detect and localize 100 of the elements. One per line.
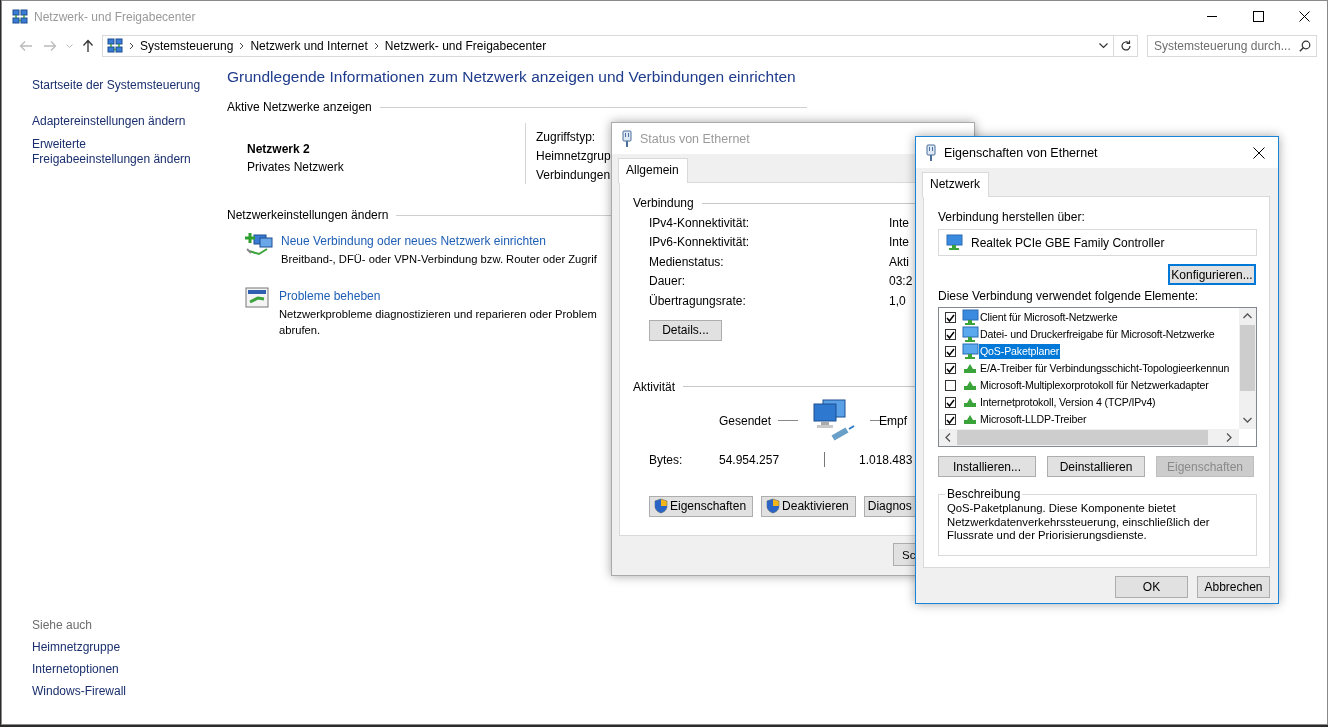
chevron-icon[interactable] (373, 42, 379, 50)
group-heading: Beschreibung (945, 487, 1023, 501)
dialog-button[interactable]: OK (1115, 576, 1188, 598)
dialog-button[interactable]: Eigenschaften (649, 495, 754, 517)
scroll-left-icon[interactable] (945, 433, 951, 442)
window-title: Netzwerk- und Freigabecenter (34, 9, 196, 24)
monitor-icon (945, 234, 963, 251)
list-item[interactable]: Datei- und Druckerfreigabe für Microsoft-Netzwerke (979, 327, 1216, 342)
adapter-field: Realtek PCIe GBE Family Controller (938, 229, 1257, 256)
status-label: Medienstatus: (649, 254, 725, 269)
caret-icon[interactable] (1098, 43, 1108, 49)
bytes-value: 54.954.257 (719, 452, 781, 467)
tab[interactable]: Netzwerk (922, 172, 989, 197)
network-icon (12, 8, 28, 25)
bytes-label: Bytes: (649, 452, 684, 467)
list-item[interactable]: Internetprotokoll, Version 4 (TCP/IPv4) (979, 395, 1157, 410)
status-label: IPv4-Konnektivität: (649, 215, 751, 230)
chevron-icon[interactable] (239, 42, 245, 50)
task-description: abrufen. (279, 323, 321, 338)
monitor-icon (961, 309, 979, 326)
status-value: Inte (889, 215, 909, 230)
network-name: Netzwerk 2 (247, 141, 311, 158)
breadcrumb-item[interactable]: Netzwerk- und Freigabecenter (384, 39, 547, 53)
monitor-icon (961, 326, 979, 343)
checkbox[interactable] (945, 397, 956, 408)
vertical-scrollbar[interactable] (1239, 308, 1256, 429)
checkbox[interactable] (945, 363, 956, 374)
dialog-button[interactable]: Deinstallieren (1047, 456, 1145, 477)
status-value: Inte (889, 235, 909, 250)
dialog-title: Eigenschaften von Ethernet (944, 145, 1098, 160)
chevron-icon[interactable] (129, 42, 134, 50)
network-protocol-icon (964, 398, 976, 407)
status-label: IPv6-Konnektivität: (649, 235, 751, 250)
dialog-button[interactable]: Installieren... (938, 456, 1036, 477)
list-item[interactable]: QoS-Paketplaner (979, 344, 1060, 359)
breadcrumb-item[interactable]: Systemsteuerung (140, 39, 234, 53)
task-link[interactable]: Probleme beheben (279, 287, 381, 306)
group-heading: Aktivität (633, 378, 675, 395)
network-icon (107, 38, 123, 54)
search-field[interactable]: Systemsteuerung durch... (1147, 35, 1317, 57)
dialog-button[interactable]: Deaktivieren (761, 495, 856, 517)
up-arrow-icon[interactable] (82, 39, 94, 53)
sidebar-link[interactable]: Startseite der Systemsteuerung (32, 78, 203, 93)
checkbox[interactable] (945, 329, 956, 340)
see-also-heading: Siehe auch (32, 618, 94, 632)
tab[interactable]: Allgemein (618, 158, 688, 183)
checkbox[interactable] (945, 312, 956, 323)
network-type: Privates Netzwerk (247, 159, 345, 176)
see-also-link[interactable]: Internetoptionen (32, 662, 227, 676)
dialog-button[interactable]: Abbrechen (1197, 576, 1270, 598)
checkbox[interactable] (945, 380, 956, 391)
monitor-icon (961, 343, 979, 360)
plug-icon (622, 129, 632, 148)
troubleshoot-icon[interactable] (245, 287, 271, 309)
list-item[interactable]: Microsoft-LLDP-Treiber (979, 412, 1088, 427)
close-icon[interactable] (1298, 11, 1310, 22)
close-icon[interactable] (1253, 146, 1265, 159)
see-also-link[interactable]: Windows-Firewall (32, 684, 227, 698)
activity-label: Empf (879, 413, 908, 428)
task-link[interactable]: Neue Verbindung oder neues Netzwerk einrichten (281, 232, 546, 251)
details-button[interactable]: Details... (649, 319, 722, 341)
status-label: Übertragungsrate: (649, 293, 747, 308)
dialog-button: Eigenschaften (1156, 456, 1254, 477)
address-bar[interactable]: Systemsteuerung Netzwerk und Internet Netzwerk- und Freigabecenter (102, 35, 1138, 57)
configure-button[interactable]: Konfigurieren... (1168, 264, 1256, 285)
status-value: 03:2 (889, 274, 913, 289)
status-value: 1,0 (889, 293, 906, 308)
see-also-link[interactable]: Heimnetzgruppe (32, 640, 227, 654)
task-description: Netzwerkprobleme diagnostizieren und reparieren oder Problem (279, 307, 597, 322)
checkbox[interactable] (945, 414, 956, 425)
sidebar-link[interactable]: Erweiterte Freigabeeinstellungen ändern (32, 137, 203, 167)
status-value: Akti (889, 254, 909, 269)
list-item[interactable]: Client für Microsoft-Netzwerke (979, 310, 1119, 325)
bytes-value: 1.018.483 (859, 452, 913, 467)
network-protocol-icon (964, 381, 976, 390)
list-item[interactable]: E/A-Treiber für Verbindungsschicht-Topologieerkennun (979, 361, 1231, 376)
field-label: Verbindung herstellen über: (938, 209, 1086, 225)
components-list[interactable] (938, 307, 1257, 447)
network-protocol-icon (964, 364, 976, 373)
maximize-icon[interactable] (1252, 11, 1264, 22)
scroll-up-icon[interactable] (1243, 313, 1252, 319)
checkbox[interactable] (945, 346, 956, 357)
scroll-down-icon[interactable] (1243, 417, 1252, 423)
page-heading: Grundlegende Informationen zum Netzwerk anzeigen und Verbindungen einrichten (227, 68, 797, 86)
sidebar-link[interactable]: Adaptereinstellungen ändern (32, 114, 203, 129)
section-heading: Netzwerkeinstellungen ändern (227, 208, 389, 222)
field-label: Diese Verbindung verwendet folgende Elemente: (938, 288, 1200, 304)
refresh-icon[interactable] (1119, 40, 1132, 52)
new-connection-icon[interactable] (245, 232, 273, 258)
status-label: Dauer: (649, 274, 687, 289)
network-detail-label: Verbindungen (536, 167, 611, 184)
horizontal-scrollbar[interactable] (939, 429, 1239, 446)
network-detail-label: Zugriffstyp: (536, 129, 597, 146)
search-icon[interactable] (1299, 40, 1311, 52)
list-item[interactable]: Microsoft-Multiplexorprotokoll für Netzwerkadapter (979, 378, 1210, 393)
network-protocol-icon (964, 415, 976, 424)
activity-label: Gesendet (719, 413, 772, 428)
scroll-right-icon[interactable] (1226, 433, 1232, 442)
breadcrumb-item[interactable]: Netzwerk und Internet (250, 39, 368, 53)
task-description: Breitband-, DFÜ- oder VPN-Verbindung bzw. Router oder Zugrif (281, 252, 597, 267)
